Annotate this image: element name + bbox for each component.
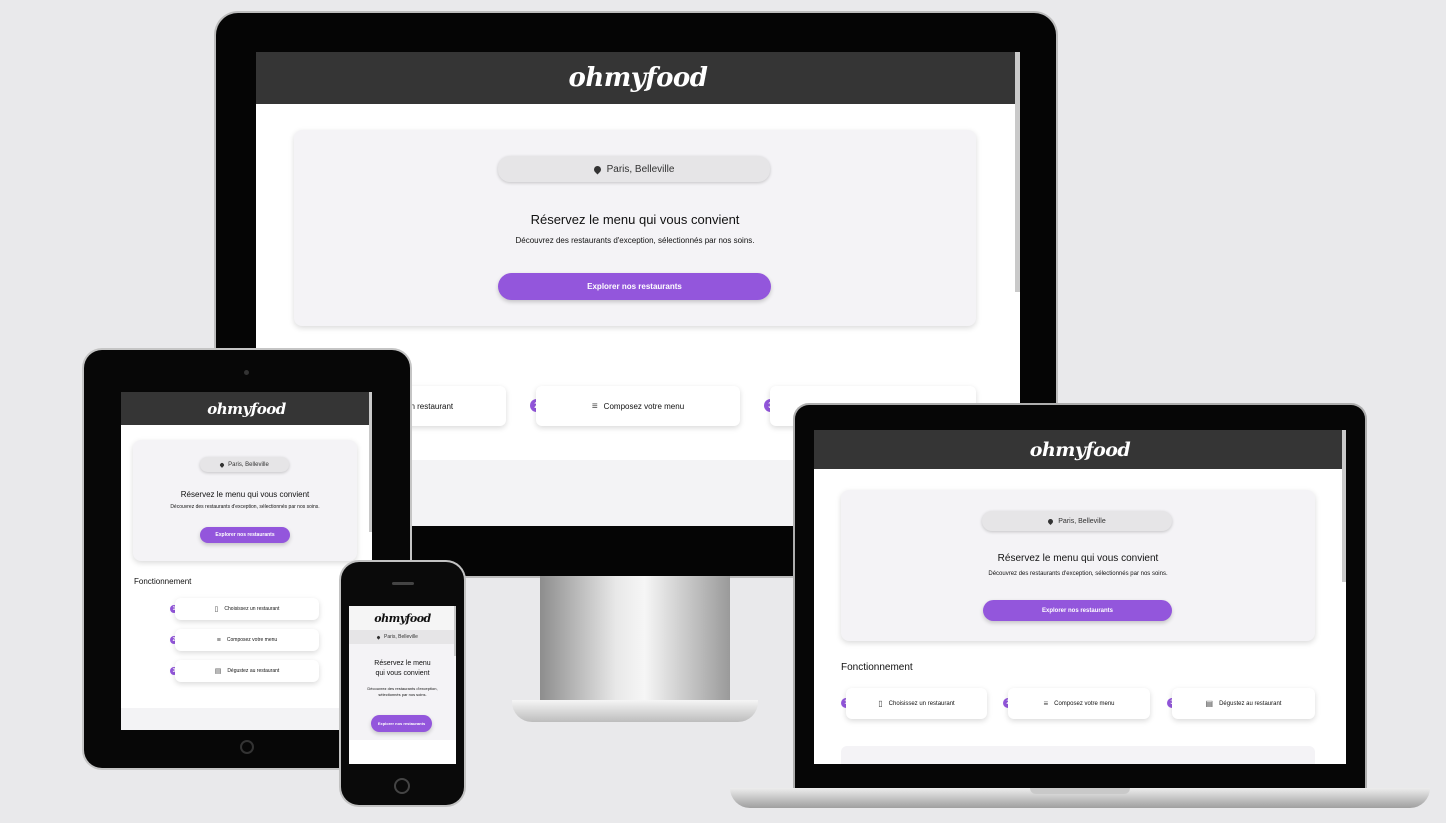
restaurants-section bbox=[121, 708, 372, 730]
site-logo[interactable]: ohmyfood bbox=[374, 612, 431, 625]
tablet-screen: ohmyfood Paris, Belleville Réservez le m… bbox=[121, 392, 372, 730]
site-logo[interactable]: ohmyfood bbox=[1030, 439, 1131, 461]
location-pin-icon bbox=[592, 164, 603, 174]
laptop-notch bbox=[1030, 788, 1130, 794]
scrollbar[interactable] bbox=[369, 392, 372, 532]
hero-card: Réservez le menu qui vous convient Décou… bbox=[349, 644, 456, 740]
hero-title-line-1: Réservez le menu bbox=[374, 660, 431, 667]
phone-speaker bbox=[392, 582, 414, 585]
step-label: Dégustez au restaurant bbox=[1219, 700, 1282, 707]
location-bar[interactable]: Paris, Belleville bbox=[349, 630, 456, 644]
step-card-3[interactable]: ▤ Dégustez au restaurant bbox=[175, 660, 319, 682]
location-label: Paris, Belleville bbox=[228, 461, 269, 468]
hero-card: Paris, Belleville Réservez le menu qui v… bbox=[294, 130, 976, 326]
step-label: Choisissez un restaurant bbox=[224, 606, 280, 612]
location-label: Paris, Belleville bbox=[384, 634, 418, 640]
site-header: ohmyfood bbox=[814, 430, 1346, 469]
location-label: Paris, Belleville bbox=[606, 163, 675, 175]
hero-title: Réservez le menu qui vous convient bbox=[530, 212, 740, 227]
explore-restaurants-button[interactable]: Explorer nos restaurants bbox=[200, 527, 290, 543]
explore-restaurants-button[interactable]: Explorer nos restaurants bbox=[371, 715, 432, 732]
step-label: Choisissez un restaurant bbox=[888, 700, 955, 707]
hero-card: Paris, Belleville Réservez le menu qui v… bbox=[841, 490, 1315, 641]
location-pill[interactable]: Paris, Belleville bbox=[200, 457, 289, 472]
step-label: Dégustez au restaurant bbox=[227, 668, 280, 674]
site-logo[interactable]: ohmyfood bbox=[207, 400, 286, 418]
hero-subtitle: Découvrez des restaurants d'exception, s… bbox=[988, 571, 1168, 577]
list-icon: ≡ bbox=[1043, 699, 1049, 708]
monitor-stand bbox=[540, 576, 730, 706]
section-title: Fonctionnement bbox=[841, 662, 913, 673]
site-header: ohmyfood bbox=[121, 392, 372, 425]
step-label: Composez votre menu bbox=[226, 637, 278, 643]
hero-title: Réservez le menu qui vous convient bbox=[997, 553, 1159, 564]
location-pin-icon bbox=[219, 461, 225, 468]
step-card-1[interactable]: ▯ Choisissez un restaurant bbox=[846, 688, 987, 719]
site-header: ohmyfood bbox=[349, 606, 456, 630]
location-pin-icon bbox=[376, 634, 381, 640]
scrollbar[interactable] bbox=[454, 606, 456, 656]
list-icon: ≡ bbox=[591, 400, 598, 412]
site-logo[interactable]: ohmyfood bbox=[569, 63, 708, 93]
hero-card: Paris, Belleville Réservez le menu qui v… bbox=[133, 440, 357, 561]
step-label: un restaurant bbox=[406, 401, 454, 411]
section-title: Fonctionnement bbox=[134, 577, 192, 586]
list-icon: ≡ bbox=[216, 636, 221, 644]
location-pill[interactable]: Paris, Belleville bbox=[498, 156, 770, 182]
step-card-2[interactable]: ≡ Composez votre menu bbox=[175, 629, 319, 651]
location-pin-icon bbox=[1047, 517, 1055, 525]
step-card-1[interactable]: ▯ Choisissez un restaurant bbox=[175, 598, 319, 620]
site-header: ohmyfood bbox=[256, 52, 1020, 104]
phone-icon: ▯ bbox=[214, 606, 219, 613]
hero-subtitle: Découvrez des restaurants d'exception, s… bbox=[367, 686, 438, 697]
location-pill[interactable]: Paris, Belleville bbox=[982, 511, 1172, 531]
hero-title: Réservez le menu qui vous convient bbox=[180, 490, 310, 499]
monitor-base bbox=[512, 700, 758, 722]
step-card-3[interactable]: ▤ Dégustez au restaurant bbox=[1172, 688, 1315, 719]
store-icon: ▤ bbox=[1205, 699, 1214, 708]
step-card-2[interactable]: ≡ Composez votre menu bbox=[1008, 688, 1150, 719]
phone-home-button bbox=[394, 778, 410, 794]
step-label: Composez votre menu bbox=[603, 401, 685, 411]
step-card-2[interactable]: ≡ Composez votre menu bbox=[536, 386, 740, 426]
location-label: Paris, Belleville bbox=[1058, 517, 1106, 525]
restaurants-section bbox=[841, 746, 1315, 764]
tablet-camera bbox=[244, 370, 249, 375]
hero-subtitle: Découvrez des restaurants d'exception, s… bbox=[515, 236, 755, 245]
hero-subtitle: Découvrez des restaurants d'exception, s… bbox=[170, 504, 320, 510]
phone-screen: ohmyfood Paris, Belleville Réservez le m… bbox=[349, 606, 456, 764]
scrollbar[interactable] bbox=[1342, 430, 1346, 582]
explore-restaurants-button[interactable]: Explorer nos restaurants bbox=[498, 273, 771, 300]
phone-icon: ▯ bbox=[878, 699, 883, 708]
tablet-home-button bbox=[240, 740, 254, 754]
scrollbar[interactable] bbox=[1015, 52, 1020, 292]
store-icon: ▤ bbox=[214, 668, 222, 675]
step-label: Composez votre menu bbox=[1054, 700, 1115, 707]
explore-restaurants-button[interactable]: Explorer nos restaurants bbox=[983, 600, 1172, 621]
laptop-screen: ohmyfood Paris, Belleville Réservez le m… bbox=[814, 430, 1346, 764]
hero-title-line-2: qui vous convient bbox=[375, 670, 430, 677]
